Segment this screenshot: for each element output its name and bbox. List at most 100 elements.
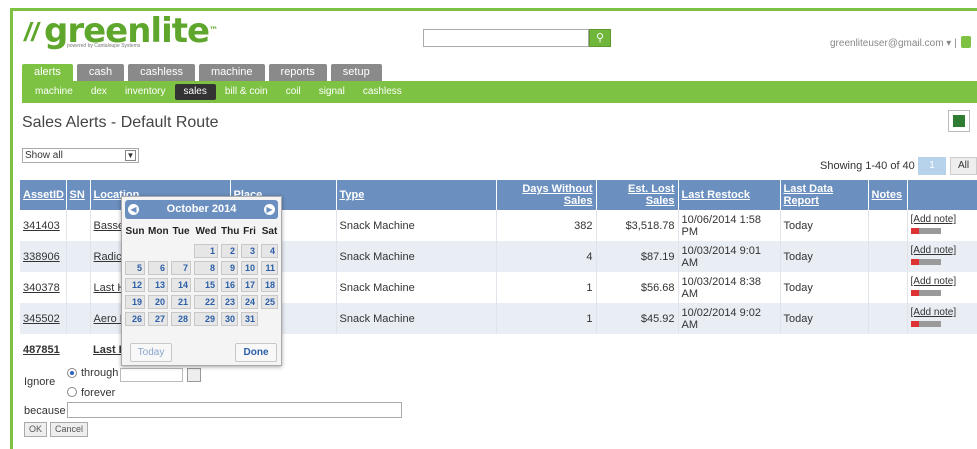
calendar-day[interactable]: 12 xyxy=(125,278,145,292)
asset-link[interactable]: 340378 xyxy=(23,282,60,294)
subnav-machine[interactable]: machine xyxy=(26,84,82,100)
calendar-day[interactable]: 23 xyxy=(221,295,238,309)
done-button[interactable]: Done xyxy=(235,343,277,362)
calendar-day[interactable]: 29 xyxy=(194,312,218,326)
page-all-button[interactable]: All xyxy=(950,157,977,175)
calendar-icon[interactable] xyxy=(187,368,201,382)
calendar-day[interactable]: 11 xyxy=(261,261,278,275)
calendar-day[interactable]: 8 xyxy=(194,261,218,275)
calendar-day[interactable]: 31 xyxy=(241,312,258,326)
prev-month-icon[interactable]: ◀ xyxy=(128,204,139,215)
subnav-sales[interactable]: sales xyxy=(174,84,216,100)
lost-sales-cell: $87.19 xyxy=(596,241,679,272)
subnav-coil[interactable]: coil xyxy=(277,84,310,100)
tab-cash[interactable]: cash xyxy=(76,64,125,81)
add-note-link[interactable]: [Add note] xyxy=(911,276,974,287)
report-cell: Today xyxy=(780,241,869,272)
notes-cell xyxy=(868,241,908,272)
showing-count: Showing 1-40 of 40 xyxy=(820,160,915,172)
show-filter-select[interactable]: Show all ▼ xyxy=(22,148,139,163)
days-cell: 1 xyxy=(496,272,597,303)
tab-cashless[interactable]: cashless xyxy=(128,64,195,81)
tab-alerts[interactable]: alerts xyxy=(22,64,73,81)
user-menu[interactable]: greenliteuser@gmail.com ▾ | xyxy=(830,36,971,49)
calendar-day[interactable]: 20 xyxy=(148,295,168,309)
calendar-day[interactable]: 4 xyxy=(261,244,278,258)
calendar-day[interactable]: 21 xyxy=(171,295,191,309)
asset-link[interactable]: 487851 xyxy=(23,344,60,356)
calendar-day[interactable]: 25 xyxy=(261,295,278,309)
header-days-without-sales[interactable]: Days Without Sales xyxy=(496,180,597,210)
subnav-bill-coin[interactable]: bill & coin xyxy=(216,84,277,100)
header-last-restock[interactable]: Last Restock xyxy=(678,180,781,210)
today-button[interactable]: Today xyxy=(130,343,172,362)
weekday-sat: Sat xyxy=(261,226,278,237)
calendar-day[interactable]: 2 xyxy=(221,244,238,258)
location-link[interactable]: Last I xyxy=(93,344,122,356)
calendar-day[interactable]: 14 xyxy=(171,278,191,292)
calendar-day[interactable]: 17 xyxy=(241,278,258,292)
calendar-day[interactable]: 26 xyxy=(125,312,145,326)
cancel-button[interactable]: Cancel xyxy=(50,422,89,437)
page-1-button[interactable]: 1 xyxy=(918,157,946,175)
location-link[interactable]: Basse xyxy=(94,220,125,232)
asset-link[interactable]: 341403 xyxy=(23,220,60,232)
calendar-day[interactable]: 7 xyxy=(171,261,191,275)
calendar-day[interactable]: 1 xyxy=(194,244,218,258)
user-email: greenliteuser@gmail.com ▾ | xyxy=(830,38,957,49)
subnav-dex[interactable]: dex xyxy=(82,84,116,100)
through-radio[interactable] xyxy=(67,368,77,378)
through-date-input[interactable] xyxy=(120,368,183,382)
type-cell: Snack Machine xyxy=(336,210,497,241)
account-icon[interactable] xyxy=(960,36,971,48)
search-button[interactable]: ⚲ xyxy=(589,29,611,47)
header-est-lost-sales[interactable]: Est. Lost Sales xyxy=(596,180,679,210)
header-type[interactable]: Type xyxy=(336,180,497,210)
next-month-icon[interactable]: ▶ xyxy=(264,204,275,215)
forever-label: forever xyxy=(81,387,116,399)
subnav-signal[interactable]: signal xyxy=(310,84,354,100)
tab-setup[interactable]: setup xyxy=(330,64,382,81)
out-badge-icon[interactable] xyxy=(910,259,941,265)
calendar-day[interactable]: 18 xyxy=(261,278,278,292)
through-label: through xyxy=(81,367,119,379)
add-note-link[interactable]: [Add note] xyxy=(911,214,974,225)
header-last-data-report[interactable]: Last Data Report xyxy=(780,180,869,210)
asset-link[interactable]: 345502 xyxy=(23,313,60,325)
days-cell: 4 xyxy=(496,241,597,272)
out-badge-icon[interactable] xyxy=(910,321,941,327)
out-badge-icon[interactable] xyxy=(910,228,941,234)
search-input[interactable] xyxy=(423,29,589,47)
calendar-day[interactable]: 16 xyxy=(221,278,238,292)
calendar-day[interactable]: 28 xyxy=(171,312,191,326)
out-badge-icon[interactable] xyxy=(910,290,941,296)
asset-link[interactable]: 338906 xyxy=(23,251,60,263)
tab-reports[interactable]: reports xyxy=(268,64,327,81)
calendar-day[interactable]: 10 xyxy=(241,261,258,275)
calendar-day[interactable]: 24 xyxy=(241,295,258,309)
calendar-day[interactable]: 6 xyxy=(148,261,168,275)
calendar-day[interactable]: 13 xyxy=(148,278,168,292)
datepicker-header: ◀ October 2014 ▶ xyxy=(125,200,278,219)
calendar-day[interactable]: 27 xyxy=(148,312,168,326)
subnav-inventory[interactable]: inventory xyxy=(116,84,175,100)
header-notes[interactable]: Notes xyxy=(868,180,908,210)
calendar-day[interactable]: 22 xyxy=(194,295,218,309)
excel-export-icon[interactable] xyxy=(948,110,970,132)
ok-button[interactable]: OK xyxy=(24,422,48,437)
because-input[interactable] xyxy=(67,402,402,418)
sn-cell xyxy=(66,241,91,272)
calendar-day[interactable]: 30 xyxy=(221,312,238,326)
forever-radio[interactable] xyxy=(67,387,77,397)
calendar-day[interactable]: 19 xyxy=(125,295,145,309)
add-note-link[interactable]: [Add note] xyxy=(911,245,974,256)
header-assetid[interactable]: AssetID xyxy=(20,180,67,210)
subnav-cashless[interactable]: cashless xyxy=(354,84,411,100)
add-note-link[interactable]: [Add note] xyxy=(911,307,974,318)
calendar-day[interactable]: 5 xyxy=(125,261,145,275)
calendar-day[interactable]: 3 xyxy=(241,244,258,258)
calendar-day[interactable]: 9 xyxy=(221,261,238,275)
tab-machine[interactable]: machine xyxy=(198,64,265,81)
calendar-day[interactable]: 15 xyxy=(194,278,218,292)
header-sn[interactable]: SN xyxy=(66,180,91,210)
